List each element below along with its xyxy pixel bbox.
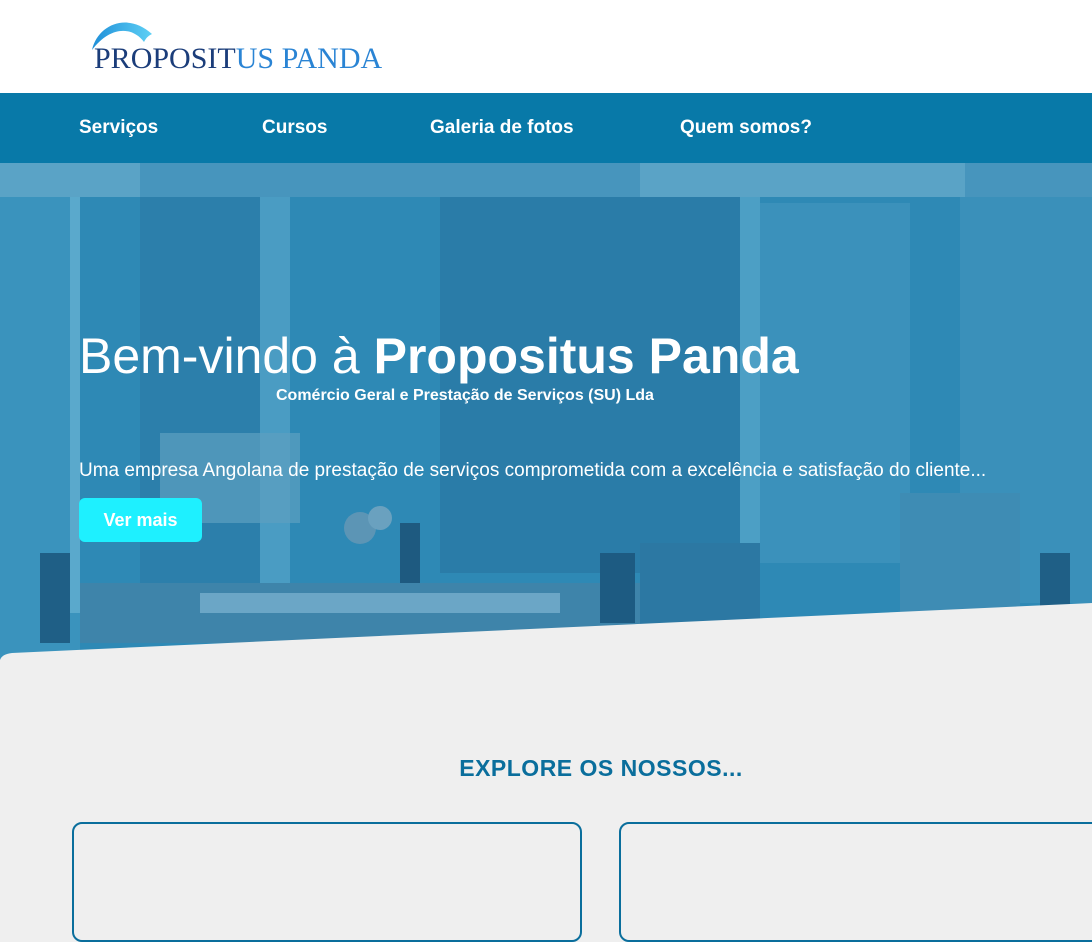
explore-section-title: EXPLORE OS NOSSOS... xyxy=(459,755,743,781)
hero-background-image xyxy=(0,163,1092,660)
nav-item-cursos[interactable]: Cursos xyxy=(262,93,327,163)
hero-subtitle: Comércio Geral e Prestação de Serviços (… xyxy=(276,387,654,404)
explore-card[interactable] xyxy=(72,822,582,942)
site-logo[interactable]: PROPOSITUS PANDA xyxy=(86,14,386,78)
explore-card[interactable] xyxy=(619,822,1092,942)
ver-mais-button[interactable]: Ver mais xyxy=(79,498,202,542)
logo-wordmark: PROPOSITUS PANDA xyxy=(94,42,383,75)
nav-item-servicos[interactable]: Serviços xyxy=(79,93,158,163)
main-nav: Serviços Cursos Galeria de fotos Quem so… xyxy=(0,93,1092,163)
hero-divider xyxy=(0,603,1092,668)
nav-item-quem-somos[interactable]: Quem somos? xyxy=(680,93,812,163)
hero-description: Uma empresa Angolana de prestação de ser… xyxy=(79,460,987,481)
site-header: PROPOSITUS PANDA xyxy=(0,0,1092,93)
nav-item-galeria[interactable]: Galeria de fotos xyxy=(430,93,574,163)
hero-title: Bem-vindo à Propositus Panda xyxy=(79,328,799,384)
hero-section: Bem-vindo à Propositus Panda Comércio Ge… xyxy=(0,163,1092,660)
